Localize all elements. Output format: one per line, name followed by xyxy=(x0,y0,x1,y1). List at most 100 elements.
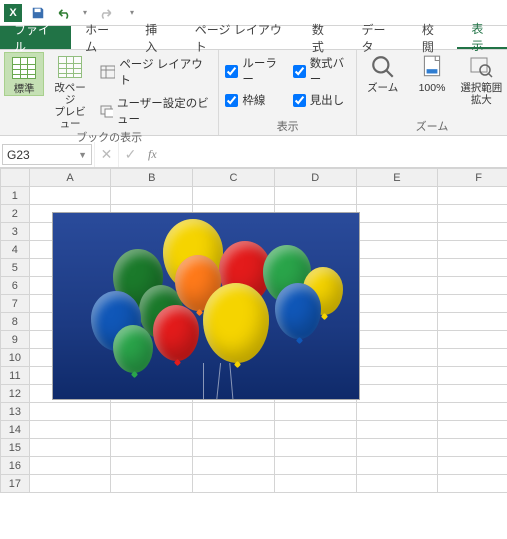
check-headings[interactable]: 見出し xyxy=(291,91,352,109)
cell[interactable] xyxy=(356,187,438,205)
check-gridlines[interactable]: 枠線 xyxy=(223,91,284,109)
check-formula-bar[interactable]: 数式バー xyxy=(291,54,352,88)
cell[interactable] xyxy=(193,475,275,493)
zoom-button[interactable]: ズーム xyxy=(361,52,404,94)
row-header[interactable]: 15 xyxy=(1,439,30,457)
cell[interactable] xyxy=(29,475,111,493)
tab-formulas[interactable]: 数式 xyxy=(298,26,348,49)
tab-review[interactable]: 校閲 xyxy=(408,26,458,49)
cell[interactable] xyxy=(29,403,111,421)
cell[interactable] xyxy=(438,277,507,295)
cell[interactable] xyxy=(438,475,507,493)
redo-button[interactable] xyxy=(96,3,116,23)
cell[interactable] xyxy=(356,403,438,421)
col-header[interactable]: A xyxy=(29,169,111,187)
cell[interactable] xyxy=(29,187,111,205)
cell[interactable] xyxy=(438,349,507,367)
cell[interactable] xyxy=(193,421,275,439)
cell[interactable] xyxy=(111,475,193,493)
cell[interactable] xyxy=(438,295,507,313)
view-page-break-button[interactable]: 改ページ プレビュー xyxy=(50,52,90,130)
embedded-picture-balloons[interactable] xyxy=(52,212,360,400)
col-header[interactable]: C xyxy=(193,169,275,187)
cell[interactable] xyxy=(438,223,507,241)
row-header[interactable]: 12 xyxy=(1,385,30,403)
cell[interactable] xyxy=(438,439,507,457)
row-header[interactable]: 13 xyxy=(1,403,30,421)
cell[interactable] xyxy=(356,241,438,259)
cell[interactable] xyxy=(356,385,438,403)
cell[interactable] xyxy=(356,475,438,493)
row-header[interactable]: 10 xyxy=(1,349,30,367)
col-header[interactable]: E xyxy=(356,169,438,187)
row-header[interactable]: 14 xyxy=(1,421,30,439)
worksheet-grid[interactable]: A B C D E F 1234567891011121314151617 xyxy=(0,168,507,539)
cell[interactable] xyxy=(111,187,193,205)
cell[interactable] xyxy=(356,367,438,385)
tab-home[interactable]: ホーム xyxy=(71,26,131,49)
cell[interactable] xyxy=(356,205,438,223)
col-header[interactable]: F xyxy=(438,169,507,187)
cell[interactable] xyxy=(356,439,438,457)
cell[interactable] xyxy=(438,367,507,385)
cell[interactable] xyxy=(438,313,507,331)
chevron-down-icon[interactable]: ▼ xyxy=(78,150,87,160)
cell[interactable] xyxy=(29,421,111,439)
fx-icon[interactable]: fx xyxy=(142,142,163,167)
check-ruler-input[interactable] xyxy=(225,65,238,78)
view-normal-button[interactable]: 標準 xyxy=(4,52,44,96)
cell[interactable] xyxy=(356,457,438,475)
tab-view[interactable]: 表示 xyxy=(457,26,507,49)
check-headings-input[interactable] xyxy=(293,94,306,107)
cell[interactable] xyxy=(193,457,275,475)
cell[interactable] xyxy=(438,385,507,403)
cell[interactable] xyxy=(356,331,438,349)
cell[interactable] xyxy=(356,421,438,439)
row-header[interactable]: 3 xyxy=(1,223,30,241)
cell[interactable] xyxy=(274,187,356,205)
check-gridlines-input[interactable] xyxy=(225,94,238,107)
row-header[interactable]: 6 xyxy=(1,277,30,295)
cell[interactable] xyxy=(356,259,438,277)
row-header[interactable]: 1 xyxy=(1,187,30,205)
row-header[interactable]: 16 xyxy=(1,457,30,475)
qat-customize-dropdown[interactable]: ▾ xyxy=(122,3,142,23)
row-header[interactable]: 11 xyxy=(1,367,30,385)
row-header[interactable]: 17 xyxy=(1,475,30,493)
col-header[interactable]: D xyxy=(274,169,356,187)
cell[interactable] xyxy=(274,439,356,457)
cell[interactable] xyxy=(274,403,356,421)
cell[interactable] xyxy=(356,277,438,295)
row-header[interactable]: 8 xyxy=(1,313,30,331)
undo-dropdown[interactable]: ▾ xyxy=(80,3,90,23)
cell[interactable] xyxy=(29,439,111,457)
cell[interactable] xyxy=(438,421,507,439)
row-header[interactable]: 5 xyxy=(1,259,30,277)
col-header[interactable]: B xyxy=(111,169,193,187)
cell[interactable] xyxy=(356,349,438,367)
cell[interactable] xyxy=(438,259,507,277)
save-button[interactable] xyxy=(28,3,48,23)
check-ruler[interactable]: ルーラー xyxy=(223,54,284,88)
check-formula-bar-input[interactable] xyxy=(293,65,306,78)
cell[interactable] xyxy=(438,403,507,421)
formula-cancel-button[interactable]: ✕ xyxy=(94,142,118,167)
undo-button[interactable] xyxy=(54,3,74,23)
cell[interactable] xyxy=(193,439,275,457)
cell[interactable] xyxy=(193,187,275,205)
tab-page-layout[interactable]: ページ レイアウト xyxy=(181,26,298,49)
cell[interactable] xyxy=(111,403,193,421)
cell[interactable] xyxy=(29,457,111,475)
cell[interactable] xyxy=(438,457,507,475)
cell[interactable] xyxy=(356,313,438,331)
cell[interactable] xyxy=(274,475,356,493)
formula-input[interactable] xyxy=(163,142,507,167)
cell[interactable] xyxy=(111,439,193,457)
cell[interactable] xyxy=(274,421,356,439)
zoom-selection-button[interactable]: 選択範囲 拡大 xyxy=(460,52,503,106)
cell[interactable] xyxy=(111,421,193,439)
name-box[interactable]: G23 ▼ xyxy=(2,144,92,165)
tab-insert[interactable]: 挿入 xyxy=(131,26,181,49)
row-header[interactable]: 9 xyxy=(1,331,30,349)
view-custom-views-button[interactable]: ユーザー設定のビュー xyxy=(96,93,214,129)
